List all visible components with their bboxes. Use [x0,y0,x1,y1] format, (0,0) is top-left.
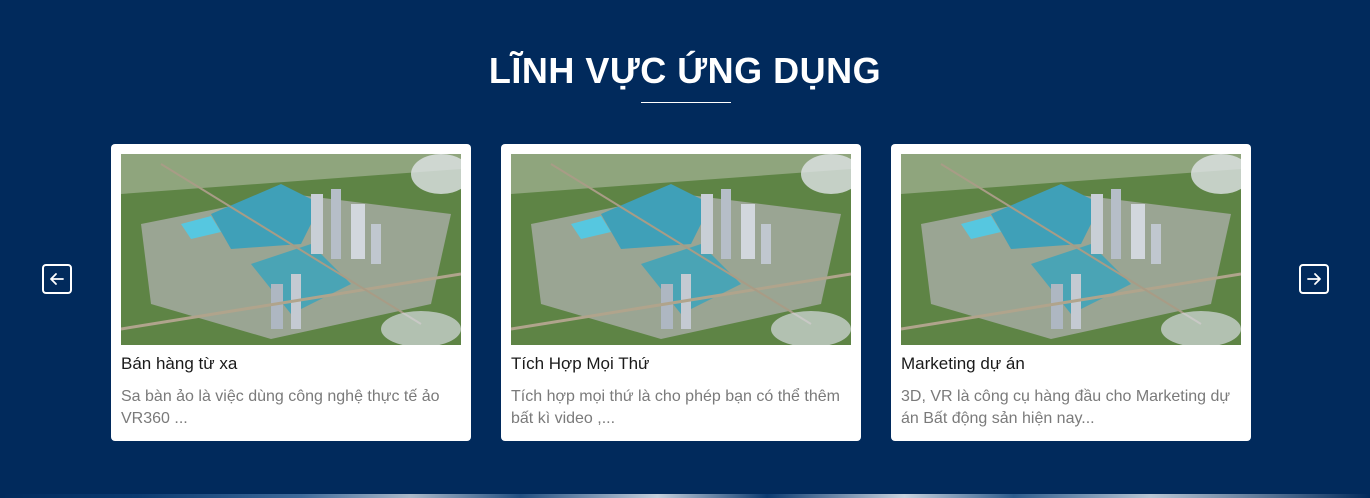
card-image[interactable] [511,154,851,345]
card-title[interactable]: Tích Hợp Mọi Thứ [511,354,851,374]
section-title: LĨNH VỰC ỨNG DỤNG [488,50,882,91]
carousel-next-button[interactable] [1299,264,1329,294]
card-title[interactable]: Bán hàng từ xa [121,354,461,374]
arrow-left-icon [50,273,64,285]
card-title[interactable]: Marketing dự án [901,354,1241,374]
card-image[interactable] [121,154,461,345]
card-description: Tích hợp mọi thứ là cho phép bạn có thể … [511,388,840,427]
carousel-prev-button[interactable] [42,264,72,294]
arrow-right-icon [1307,273,1321,285]
carousel-card[interactable]: Marketing dự án 3D, VR là công cụ hàng đ… [891,144,1251,441]
aerial-city-image [901,154,1241,345]
title-underline [641,102,731,103]
card-description: 3D, VR là công cụ hàng đầu cho Marketing… [901,388,1231,427]
carousel-card[interactable]: Tích Hợp Mọi Thứ Tích hợp mọi thứ là cho… [501,144,861,441]
next-section-edge [0,494,1370,498]
aerial-city-image [511,154,851,345]
card-image[interactable] [901,154,1241,345]
carousel-card[interactable]: Bán hàng từ xa Sa bàn ảo là việc dùng cô… [111,144,471,441]
aerial-city-image [121,154,461,345]
card-description: Sa bàn ảo là việc dùng công nghệ thực tế… [121,388,440,427]
